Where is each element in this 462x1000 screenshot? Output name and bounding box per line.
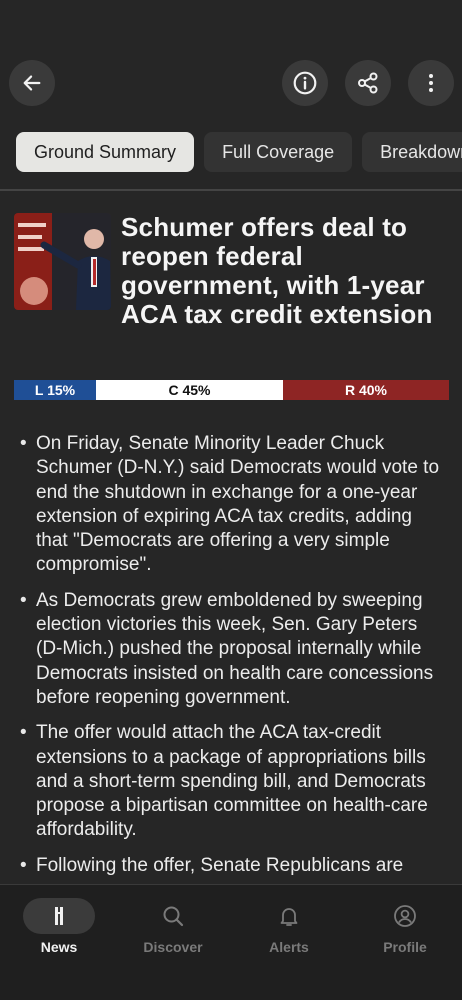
bullet-icon: •	[20, 854, 27, 876]
tab-breakdown[interactable]: Breakdown	[362, 132, 462, 172]
back-button[interactable]	[9, 60, 55, 106]
bias-right-segment: R 40%	[283, 380, 449, 400]
bias-distribution-bar[interactable]: L 15% C 45% R 40%	[14, 380, 449, 400]
nav-label-news: News	[40, 939, 78, 955]
list-item: • The offer would attach the ACA tax-cre…	[20, 721, 448, 842]
more-options-button[interactable]	[408, 60, 454, 106]
search-icon	[163, 906, 184, 927]
tab-ground-summary[interactable]: Ground Summary	[16, 132, 195, 172]
tab-divider	[0, 189, 462, 191]
nav-label-discover: Discover	[143, 939, 203, 955]
bias-center-segment: C 45%	[96, 380, 283, 400]
bottom-navigation: News Discover Alerts Profile	[0, 884, 462, 1000]
share-button[interactable]	[345, 60, 391, 106]
article-header: Schumer offers deal to reopen federal go…	[14, 213, 448, 329]
nav-label-profile: Profile	[383, 939, 427, 955]
list-item: • On Friday, Senate Minority Leader Chuc…	[20, 432, 448, 578]
bullet-icon: •	[20, 433, 27, 454]
summary-list: • On Friday, Senate Minority Leader Chuc…	[20, 432, 448, 884]
summary-text: The offer would attach the ACA tax-credi…	[36, 722, 428, 841]
summary-text: As Democrats grew emboldened by sweeping…	[36, 589, 434, 708]
info-icon	[293, 71, 317, 95]
article-headline[interactable]: Schumer offers deal to reopen federal go…	[121, 213, 448, 329]
nav-item-discover[interactable]: Discover	[118, 897, 228, 955]
arrow-left-icon	[23, 75, 41, 91]
nav-item-alerts[interactable]: Alerts	[234, 897, 344, 955]
top-toolbar	[0, 60, 462, 106]
bullet-icon: •	[20, 722, 27, 744]
share-icon	[358, 72, 378, 94]
bell-icon	[280, 908, 298, 926]
summary-text: Following the offer, Senate Republicans …	[36, 854, 404, 876]
thumbnail-image	[14, 213, 111, 310]
bullet-icon: •	[20, 589, 27, 611]
nav-active-pill	[23, 898, 95, 934]
more-vertical-icon	[429, 74, 433, 92]
info-button[interactable]	[282, 60, 328, 106]
bias-left-segment: L 15%	[14, 380, 96, 400]
list-item: • Following the offer, Senate Republican…	[20, 854, 448, 878]
tab-full-coverage[interactable]: Full Coverage	[204, 132, 353, 172]
article-thumbnail[interactable]	[14, 213, 111, 310]
summary-text: On Friday, Senate Minority Leader Chuck …	[36, 433, 440, 576]
profile-icon	[394, 905, 416, 927]
news-logo-icon	[55, 907, 63, 925]
nav-item-profile[interactable]: Profile	[350, 897, 460, 955]
nav-label-alerts: Alerts	[269, 939, 309, 955]
nav-item-news[interactable]: News	[4, 897, 114, 955]
list-item: • As Democrats grew emboldened by sweepi…	[20, 589, 448, 710]
tab-bar: Ground Summary Full Coverage Breakdown	[16, 132, 462, 172]
